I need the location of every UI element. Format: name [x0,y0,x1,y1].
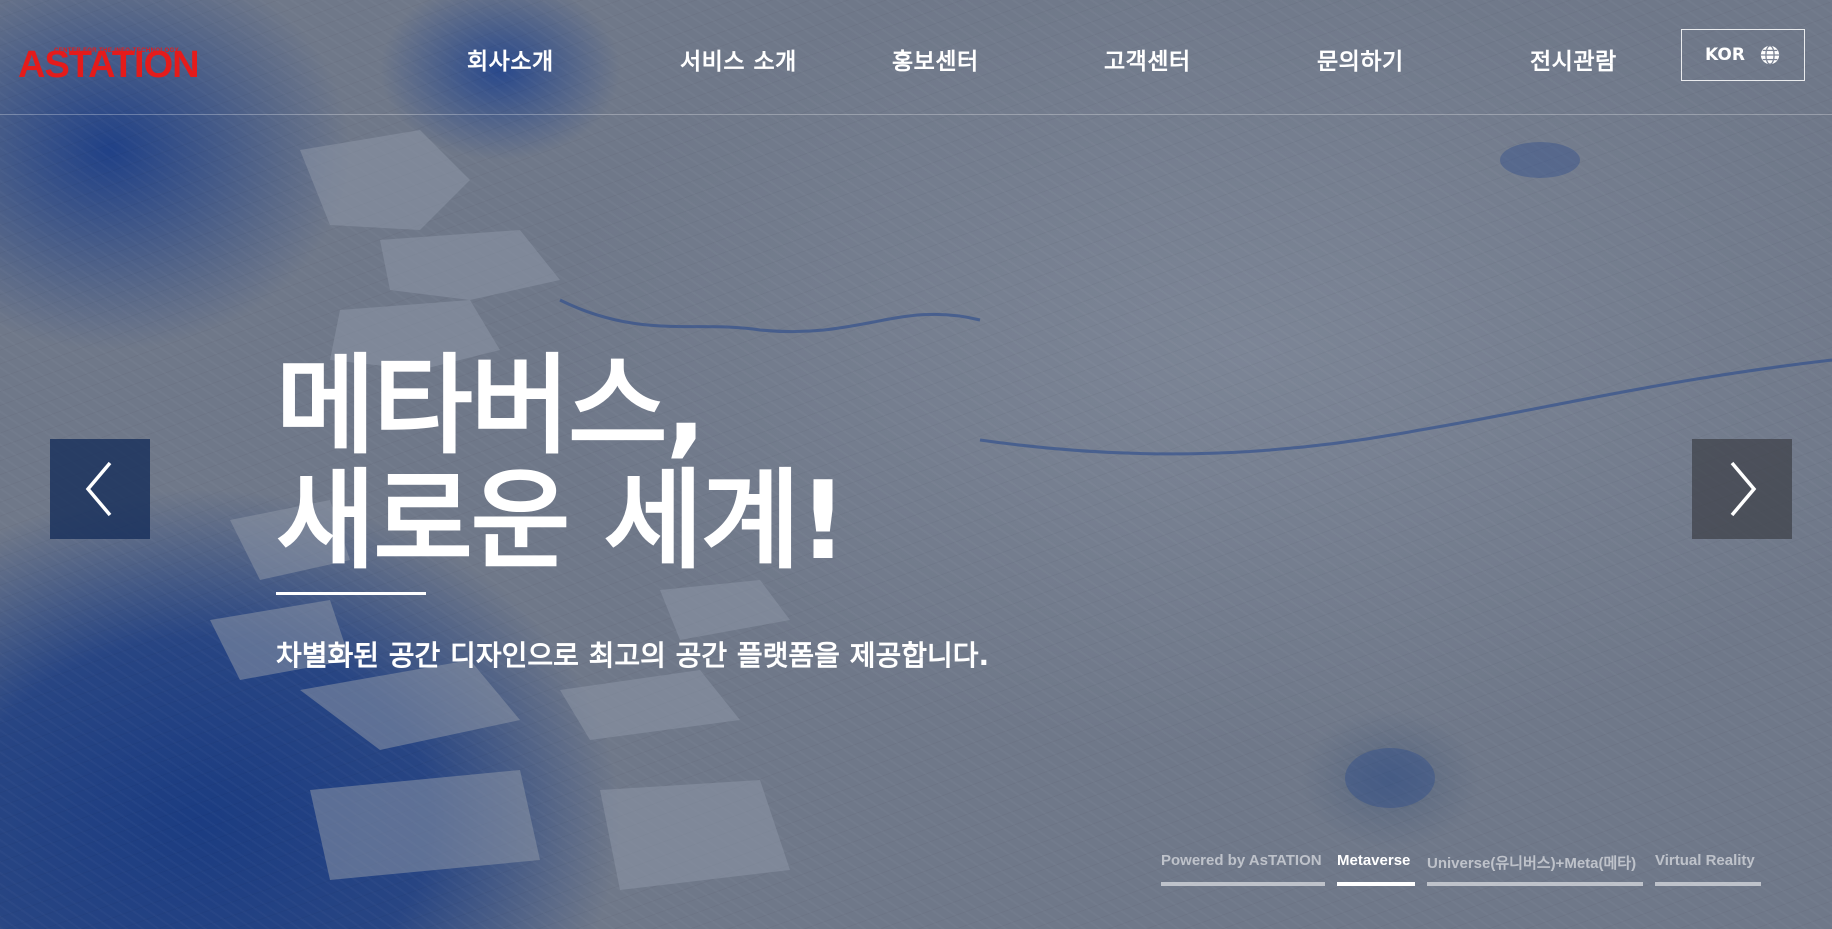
slide-tab-powered-by[interactable]: Powered by AsTATION [1161,852,1325,886]
nav-item-customer-center[interactable]: 고객센터 [1104,42,1191,76]
globe-icon [1760,45,1780,65]
hero-title-line1: 메타버스, [276,344,706,469]
chevron-right-icon [1730,461,1757,517]
nav-item-exhibition[interactable]: 전시관람 [1530,42,1617,76]
nav-item-company[interactable]: 회사소개 [467,42,554,76]
slide-tab-universe-meta[interactable]: Universe(유니버스)+Meta(메타) [1427,852,1643,886]
nav-item-contact[interactable]: 문의하기 [1317,42,1404,76]
slide-prev-button[interactable] [50,439,150,539]
slide-tab-metaverse[interactable]: Metaverse [1337,852,1415,886]
title-underline [276,592,426,595]
astation-logo[interactable]: CENTER FOR THE INFO-TECHNOLOGY ASTATION [18,28,204,90]
chevron-left-icon [85,461,112,517]
aerial-background-image [0,0,1832,929]
hero-title-line2: 새로운 세계! [276,459,848,584]
slide-tab-virtual-reality[interactable]: Virtual Reality [1655,852,1761,886]
hero-section: CENTER FOR THE INFO-TECHNOLOGY ASTATION … [0,0,1832,929]
language-label: KOR [1705,45,1745,65]
nav-item-pr-center[interactable]: 홍보센터 [892,42,979,76]
nav-item-services[interactable]: 서비스 소개 [680,42,797,76]
site-header: CENTER FOR THE INFO-TECHNOLOGY ASTATION … [0,0,1832,115]
hero-subtitle: 차별화된 공간 디자인으로 최고의 공간 플랫폼을 제공합니다. [276,639,990,672]
language-selector[interactable]: KOR [1681,29,1805,81]
slide-next-button[interactable] [1692,439,1792,539]
logo-wordmark: ASTATION [18,44,200,86]
